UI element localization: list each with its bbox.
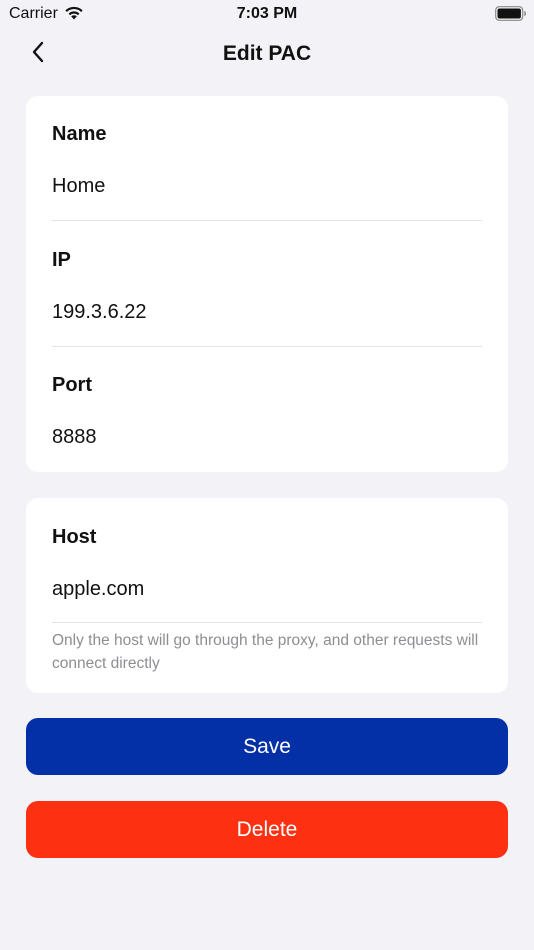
status-bar: Carrier 7:03 PM <box>0 0 534 28</box>
port-field[interactable]: 8888 <box>52 422 482 452</box>
edit-pac-screen: Carrier 7:03 PM Edit PAC Name Home IP 19… <box>0 0 534 950</box>
divider <box>52 622 482 623</box>
ip-field[interactable]: 199.3.6.22 <box>52 297 482 327</box>
name-field[interactable]: Home <box>52 171 482 201</box>
name-label: Name <box>52 123 107 145</box>
proxy-settings-card: Name Home IP 199.3.6.22 Port 8888 <box>26 96 508 472</box>
ip-label: IP <box>52 249 71 271</box>
host-card: Host apple.com Only the host will go thr… <box>26 498 508 693</box>
navigation-bar: Edit PAC <box>0 28 534 80</box>
host-field[interactable]: apple.com <box>52 574 482 604</box>
save-button[interactable]: Save <box>26 718 508 775</box>
divider <box>52 220 482 221</box>
status-time: 7:03 PM <box>236 5 298 22</box>
delete-button[interactable]: Delete <box>26 801 508 858</box>
battery-icon <box>495 6 527 21</box>
page-title: Edit PAC <box>222 42 312 65</box>
host-help-text: Only the host will go through the proxy,… <box>52 632 479 672</box>
divider <box>52 346 482 347</box>
host-label: Host <box>52 526 97 548</box>
port-label: Port <box>52 374 92 396</box>
